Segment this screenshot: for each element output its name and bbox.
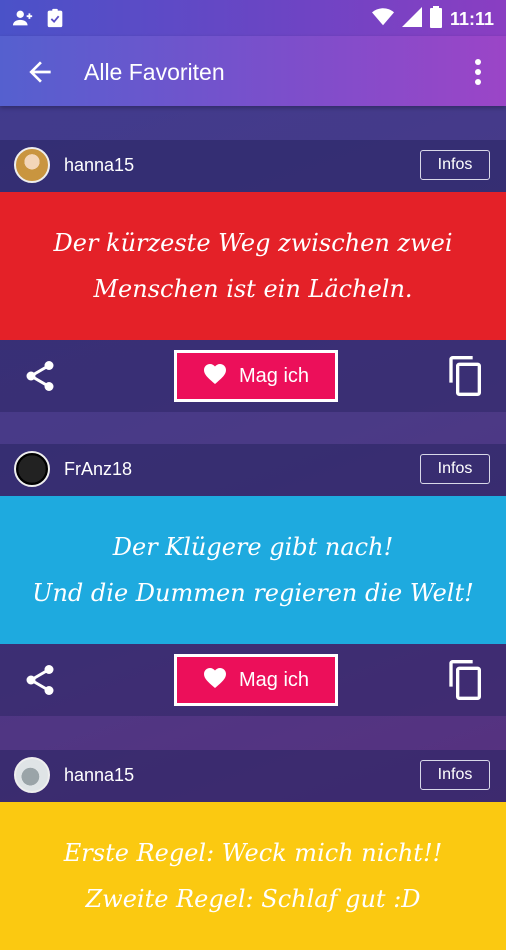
quote-card: hanna15 Infos Erste Regel: Weck mich nic…	[0, 750, 506, 950]
quote-text: Der Klügere gibt nach! Und die Dummen re…	[0, 496, 506, 644]
person-add-icon	[12, 7, 34, 33]
infos-button[interactable]: Infos	[420, 760, 490, 790]
quote-card: FrAnz18 Infos Der Klügere gibt nach! Und…	[0, 444, 506, 716]
like-button[interactable]: Mag ich	[174, 654, 338, 706]
username[interactable]: hanna15	[64, 765, 134, 786]
like-button-label: Mag ich	[238, 364, 310, 387]
page-title: Alle Favoriten	[84, 59, 225, 85]
infos-button[interactable]: Infos	[420, 454, 490, 484]
heart-icon	[203, 667, 227, 693]
like-button[interactable]: Mag ich	[174, 350, 338, 402]
like-button-label: Mag ich	[238, 668, 310, 691]
battery-icon	[429, 6, 442, 32]
wifi-icon	[371, 7, 394, 31]
avatar[interactable]	[14, 451, 50, 487]
card-header: hanna15 Infos	[0, 750, 506, 802]
username[interactable]: FrAnz18	[64, 459, 132, 480]
arrow-back-icon[interactable]	[24, 56, 56, 88]
card-actions: Mag ich	[0, 644, 506, 716]
username[interactable]: hanna15	[64, 155, 134, 176]
avatar[interactable]	[14, 147, 50, 183]
card-header: FrAnz18 Infos	[0, 444, 506, 496]
status-bar: 11:11	[0, 0, 506, 36]
more-vert-icon[interactable]	[466, 56, 490, 88]
share-icon[interactable]	[22, 358, 58, 394]
share-icon[interactable]	[22, 662, 58, 698]
avatar[interactable]	[14, 757, 50, 793]
app-bar: Alle Favoriten	[0, 36, 506, 106]
card-header: hanna15 Infos	[0, 140, 506, 192]
heart-icon	[203, 363, 227, 389]
status-time: 11:11	[449, 8, 494, 29]
card-actions: Mag ich	[0, 340, 506, 412]
copy-icon[interactable]	[446, 658, 486, 702]
copy-icon[interactable]	[446, 354, 486, 398]
clipboard-check-icon	[44, 7, 66, 33]
quote-text: Erste Regel: Weck mich nicht!! Zweite Re…	[0, 802, 506, 950]
quote-text: Der kürzeste Weg zwischen zwei Menschen …	[0, 192, 506, 340]
infos-button[interactable]: Infos	[420, 150, 490, 180]
quote-card: hanna15 Infos Der kürzeste Weg zwischen …	[0, 140, 506, 412]
signal-icon	[401, 7, 422, 31]
